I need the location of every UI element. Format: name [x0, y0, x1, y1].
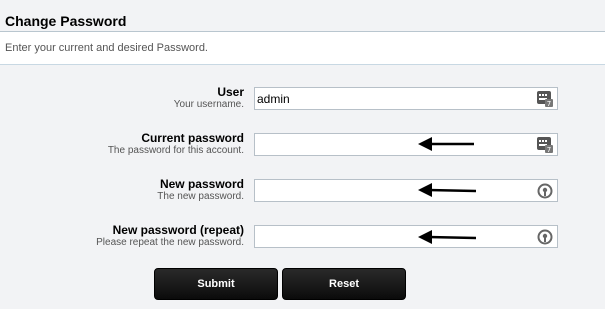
reset-button[interactable]: Reset — [282, 268, 406, 300]
page-header: Change Password — [0, 0, 605, 32]
current-password-label: Current password — [141, 131, 244, 145]
submit-button[interactable]: Submit — [154, 268, 278, 300]
lock-icon[interactable] — [536, 228, 554, 246]
new-password-label: New password — [159, 177, 244, 191]
new-password-repeat-field[interactable] — [254, 225, 558, 248]
svg-text:7: 7 — [547, 146, 551, 154]
new-password-label-group: New password The new password. — [4, 177, 244, 203]
current-password-hint: The password for this account. — [107, 145, 244, 156]
current-password-input[interactable] — [257, 136, 527, 153]
new-password-repeat-input[interactable] — [257, 228, 527, 245]
new-password-repeat-hint: Please repeat the new password. — [96, 237, 244, 248]
new-password-field[interactable] — [254, 179, 558, 202]
new-password-repeat-label: New password (repeat) — [112, 223, 244, 237]
page-title: Change Password — [5, 13, 127, 29]
user-label: User — [217, 85, 244, 99]
user-label-group: User Your username. — [4, 85, 244, 111]
username-input[interactable] — [257, 90, 527, 107]
left-arrow-icon — [418, 137, 474, 151]
new-password-repeat-label-group: New password (repeat) Please repeat the … — [4, 223, 244, 249]
keyboard-icon[interactable]: 7 — [536, 136, 554, 154]
current-password-label-group: Current password The password for this a… — [4, 131, 244, 157]
username-field[interactable]: 7 — [254, 87, 558, 110]
page-subtitle: Enter your current and desired Password. — [5, 42, 208, 54]
lock-icon[interactable] — [536, 182, 554, 200]
svg-text:7: 7 — [547, 100, 551, 108]
left-arrow-icon — [418, 230, 476, 244]
current-password-field[interactable]: 7 — [254, 133, 558, 156]
keyboard-icon[interactable]: 7 — [536, 90, 554, 108]
new-password-hint: The new password. — [157, 191, 244, 202]
user-hint: Your username. — [173, 99, 244, 110]
new-password-input[interactable] — [257, 182, 527, 199]
left-arrow-icon — [418, 183, 476, 197]
